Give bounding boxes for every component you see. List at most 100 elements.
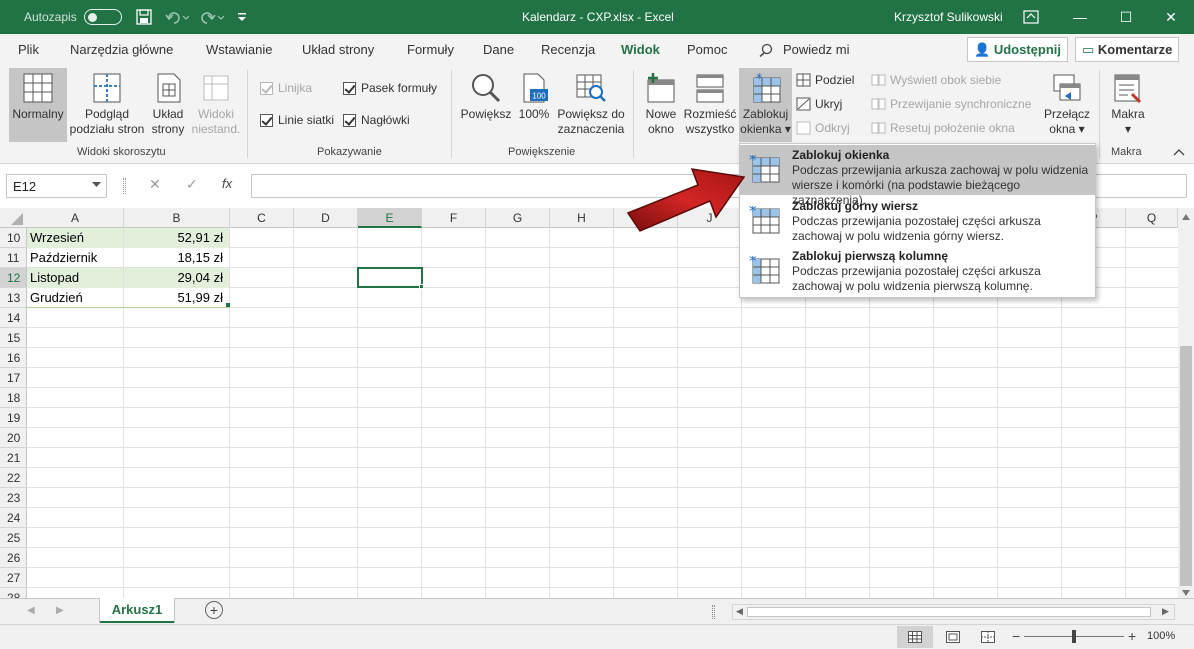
row-header-17[interactable]: 17 <box>0 368 27 388</box>
select-all-icon[interactable] <box>10 212 24 226</box>
ruler-checkbox[interactable]: Linijka <box>260 81 312 95</box>
row-header-15[interactable]: 15 <box>0 328 27 348</box>
fill-handle[interactable] <box>419 284 424 289</box>
horizontal-scroll-thumb[interactable] <box>747 607 1151 617</box>
tab-page-layout[interactable]: Układ strony <box>302 42 374 57</box>
tell-me-search[interactable]: Powiedz mi <box>783 42 849 57</box>
row-header-20[interactable]: 20 <box>0 428 27 448</box>
add-sheet-icon[interactable]: + <box>205 601 223 619</box>
selected-cell-e12[interactable] <box>357 267 423 288</box>
freeze-panes-button[interactable]: * Zablokuj okienka ▾ <box>739 68 792 142</box>
zoom-in-icon[interactable]: + <box>1128 628 1136 644</box>
enter-icon[interactable]: ✓ <box>186 176 198 193</box>
zoom-100-button[interactable]: 100 100% <box>516 68 552 142</box>
row-header-22[interactable]: 22 <box>0 468 27 488</box>
cell-a11[interactable]: Październik <box>27 248 123 268</box>
cell-a10[interactable]: Wrzesień <box>27 228 123 248</box>
tab-home[interactable]: Narzędzia główne <box>70 42 173 57</box>
row-header-18[interactable]: 18 <box>0 388 27 408</box>
menu-item-freeze-first-column[interactable]: * Zablokuj pierwszą kolumnę Podczas prze… <box>740 246 1095 296</box>
ribbon-display-options-icon[interactable] <box>1023 10 1039 24</box>
normal-view-status-button[interactable] <box>897 626 933 648</box>
tab-insert[interactable]: Wstawianie <box>206 42 272 57</box>
share-button[interactable]: 👤 Udostępnij <box>967 37 1068 62</box>
row-header-19[interactable]: 19 <box>0 408 27 428</box>
arrange-all-button[interactable]: Rozmieść wszystko <box>683 68 737 142</box>
cell-a12[interactable]: Listopad <box>27 268 123 288</box>
maximize-icon[interactable]: ☐ <box>1103 0 1149 34</box>
next-sheet-icon[interactable]: ▶ <box>56 605 64 616</box>
row-header-12[interactable]: 12 <box>0 268 27 288</box>
hide-window-button[interactable]: Ukryj <box>796 97 842 111</box>
tab-review[interactable]: Recenzja <box>541 42 595 57</box>
undo-icon[interactable] <box>165 9 189 25</box>
scroll-left-icon[interactable]: ◀ <box>736 606 743 617</box>
reset-window-position-button[interactable]: Resetuj położenie okna <box>871 121 1015 135</box>
page-layout-small-icon[interactable] <box>946 631 960 643</box>
column-header-c[interactable]: C <box>230 208 294 228</box>
cell-b12[interactable]: 29,04 zł <box>124 268 229 288</box>
new-window-button[interactable]: Nowe okno <box>642 68 680 142</box>
tab-formulas[interactable]: Formuły <box>407 42 454 57</box>
zoom-button[interactable]: Powiększ <box>460 68 512 142</box>
unhide-window-button[interactable]: Odkryj <box>796 121 850 135</box>
comments-button[interactable]: ▭ Komentarze <box>1075 37 1180 62</box>
user-name[interactable]: Krzysztof Sulikowski <box>894 10 1003 24</box>
view-side-by-side-button[interactable]: Wyświetl obok siebie <box>871 73 1001 87</box>
tab-view[interactable]: Widok <box>619 42 662 66</box>
cell-b10[interactable]: 52,91 zł <box>124 228 229 248</box>
column-header-h[interactable]: H <box>550 208 614 228</box>
zoom-level[interactable]: 100% <box>1147 630 1175 642</box>
headings-checkbox[interactable]: Nagłówki <box>343 113 410 127</box>
page-break-small-icon[interactable] <box>981 631 995 643</box>
row-header-23[interactable]: 23 <box>0 488 27 508</box>
column-header-b[interactable]: B <box>124 208 230 228</box>
name-box-dropdown-icon[interactable] <box>92 182 101 188</box>
collapse-ribbon-icon[interactable] <box>1173 148 1185 156</box>
cell-b13[interactable]: 51,99 zł <box>124 288 229 308</box>
scroll-up-icon[interactable] <box>1182 214 1190 220</box>
formula-bar-checkbox[interactable]: Pasek formuły <box>343 81 437 95</box>
zoom-to-selection-button[interactable]: Powiększ do zaznaczenia <box>556 68 626 142</box>
cell-b11[interactable]: 18,15 zł <box>124 248 229 268</box>
horizontal-scrollbar[interactable]: ◀ ▶ <box>732 604 1175 620</box>
gridlines-checkbox[interactable]: Linie siatki <box>260 113 334 127</box>
sheet-tab-arkusz1[interactable]: Arkusz1 <box>100 598 174 623</box>
vertical-scroll-thumb[interactable] <box>1180 346 1192 586</box>
zoom-out-icon[interactable]: − <box>1012 628 1020 644</box>
page-break-preview-button[interactable]: Podgląd podziału stron <box>68 68 146 142</box>
customize-quick-access-icon[interactable] <box>237 12 247 22</box>
cancel-icon[interactable]: ✕ <box>149 176 161 193</box>
row-header-16[interactable]: 16 <box>0 348 27 368</box>
row-header-27[interactable]: 27 <box>0 568 27 588</box>
column-header-a[interactable]: A <box>27 208 124 228</box>
close-icon[interactable]: ✕ <box>1148 0 1194 34</box>
row-header-10[interactable]: 10 <box>0 228 27 248</box>
column-header-g[interactable]: G <box>486 208 550 228</box>
save-icon[interactable] <box>136 9 152 25</box>
synchronous-scrolling-button[interactable]: Przewijanie synchroniczne <box>871 97 1031 111</box>
table-resize-handle[interactable] <box>226 303 230 307</box>
autosave-toggle[interactable] <box>84 9 122 25</box>
split-button[interactable]: Podziel <box>796 73 854 87</box>
zoom-slider-thumb[interactable] <box>1072 630 1076 643</box>
scroll-right-icon[interactable]: ▶ <box>1162 606 1169 617</box>
menu-item-freeze-top-row[interactable]: * Zablokuj górny wiersz Podczas przewija… <box>740 196 1095 246</box>
switch-windows-button[interactable]: Przełącz okna ▾ <box>1040 68 1094 142</box>
column-header-e[interactable]: E <box>358 208 422 228</box>
insert-function-icon[interactable]: fx <box>222 176 232 191</box>
tab-split-handle[interactable] <box>712 605 715 619</box>
cell-a13[interactable]: Grudzień <box>27 288 123 308</box>
prev-sheet-icon[interactable]: ◀ <box>27 605 35 616</box>
row-header-21[interactable]: 21 <box>0 448 27 468</box>
macros-button[interactable]: Makra ▾ <box>1106 68 1150 142</box>
normal-view-button[interactable]: Normalny <box>9 68 67 142</box>
row-header-11[interactable]: 11 <box>0 248 27 268</box>
custom-views-button[interactable]: Widoki niestand. <box>191 68 241 142</box>
vertical-scrollbar[interactable] <box>1178 208 1194 600</box>
row-header-24[interactable]: 24 <box>0 508 27 528</box>
tab-data[interactable]: Dane <box>483 42 514 57</box>
page-layout-button[interactable]: Układ strony <box>148 68 188 142</box>
redo-icon[interactable] <box>200 9 224 25</box>
row-header-14[interactable]: 14 <box>0 308 27 328</box>
